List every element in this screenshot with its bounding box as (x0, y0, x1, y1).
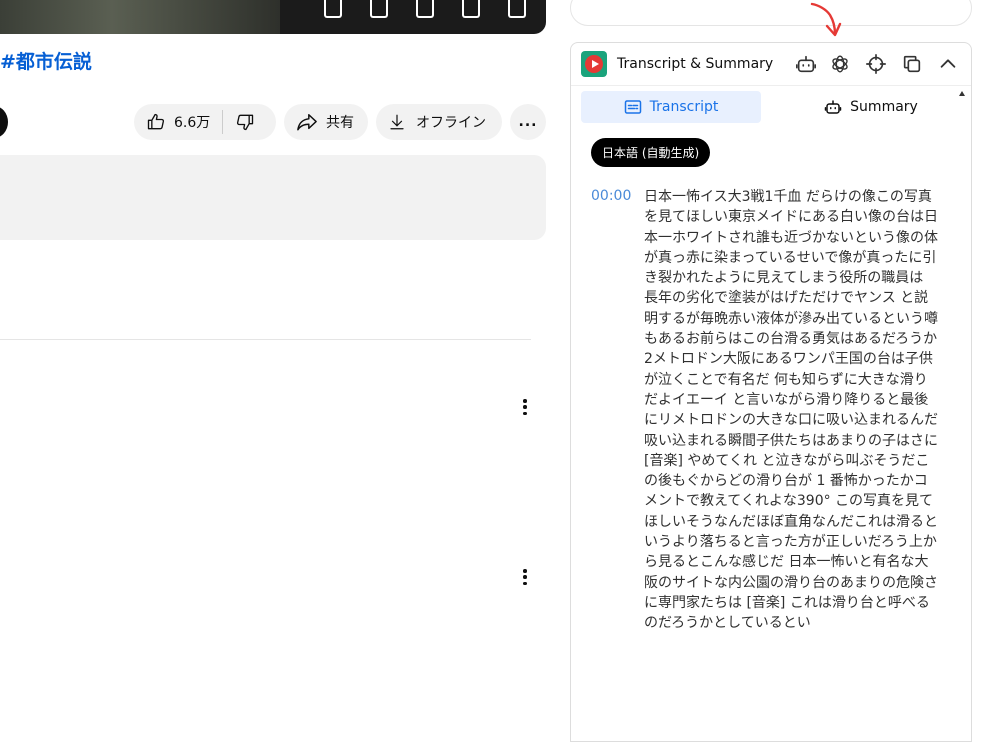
copy-icon[interactable] (901, 53, 923, 75)
annotation-arrow-icon (810, 2, 842, 37)
fullscreen-icon[interactable] (508, 0, 526, 18)
share-button[interactable]: 共有 (284, 104, 368, 140)
tab-transcript[interactable]: Transcript (581, 91, 761, 123)
panel-header: Transcript & Summary (571, 43, 971, 86)
video-player[interactable] (0, 0, 546, 34)
summary-robot-icon (824, 100, 842, 114)
description-box[interactable] (0, 155, 546, 240)
extension-logo-icon (581, 51, 607, 77)
tab-transcript-label: Transcript (649, 99, 719, 115)
transcript-segment-text: 日本一怖イス大3戦1千血 だらけの像この写真を見てほしい東京メイドにある白い像の… (644, 189, 938, 632)
like-button[interactable]: 6.6万 (146, 112, 210, 132)
sidebar-card-edge (570, 0, 972, 26)
comment-menu-icon[interactable] (520, 397, 530, 417)
download-icon (390, 114, 404, 130)
subtitles-icon[interactable] (324, 0, 342, 18)
theater-icon[interactable] (462, 0, 480, 18)
transcript-icon (624, 100, 641, 114)
chatgpt-icon[interactable] (829, 53, 851, 75)
share-icon (297, 114, 317, 131)
video-title-hashtag[interactable]: #都市伝説 (0, 47, 92, 74)
share-label: 共有 (326, 115, 354, 131)
dislike-button[interactable] (235, 112, 255, 132)
miniplayer-icon[interactable] (416, 0, 434, 18)
like-divider (222, 110, 224, 134)
transcript-timestamp[interactable]: 00:00 (591, 188, 631, 204)
scrollbar-up-arrow-icon[interactable] (959, 91, 965, 96)
robot-icon[interactable] (795, 53, 817, 75)
like-dislike-group: 6.6万 (134, 104, 276, 140)
transcript-summary-panel: Transcript & Summary Transcript Summary … (570, 42, 972, 742)
offline-download-button[interactable]: オフライン (376, 104, 502, 140)
tab-summary[interactable]: Summary (781, 91, 961, 123)
section-divider (0, 339, 531, 340)
settings-icon[interactable] (370, 0, 388, 18)
channel-avatar[interactable] (0, 106, 8, 138)
crosshair-icon[interactable] (865, 53, 887, 75)
player-controls (324, 0, 526, 22)
comment-menu-icon[interactable] (520, 567, 530, 587)
thumbs-up-icon (147, 113, 165, 130)
language-chip[interactable]: 日本語 (自動生成) (591, 138, 711, 167)
video-frame (0, 0, 280, 34)
like-count: 6.6万 (174, 115, 211, 131)
collapse-chevron-up-icon[interactable] (937, 53, 959, 75)
more-actions-button[interactable]: ... (510, 104, 546, 140)
offline-label: オフライン (416, 115, 486, 131)
more-icon: ... (518, 114, 538, 130)
panel-title: Transcript & Summary (617, 56, 774, 72)
tab-summary-label: Summary (850, 99, 918, 115)
